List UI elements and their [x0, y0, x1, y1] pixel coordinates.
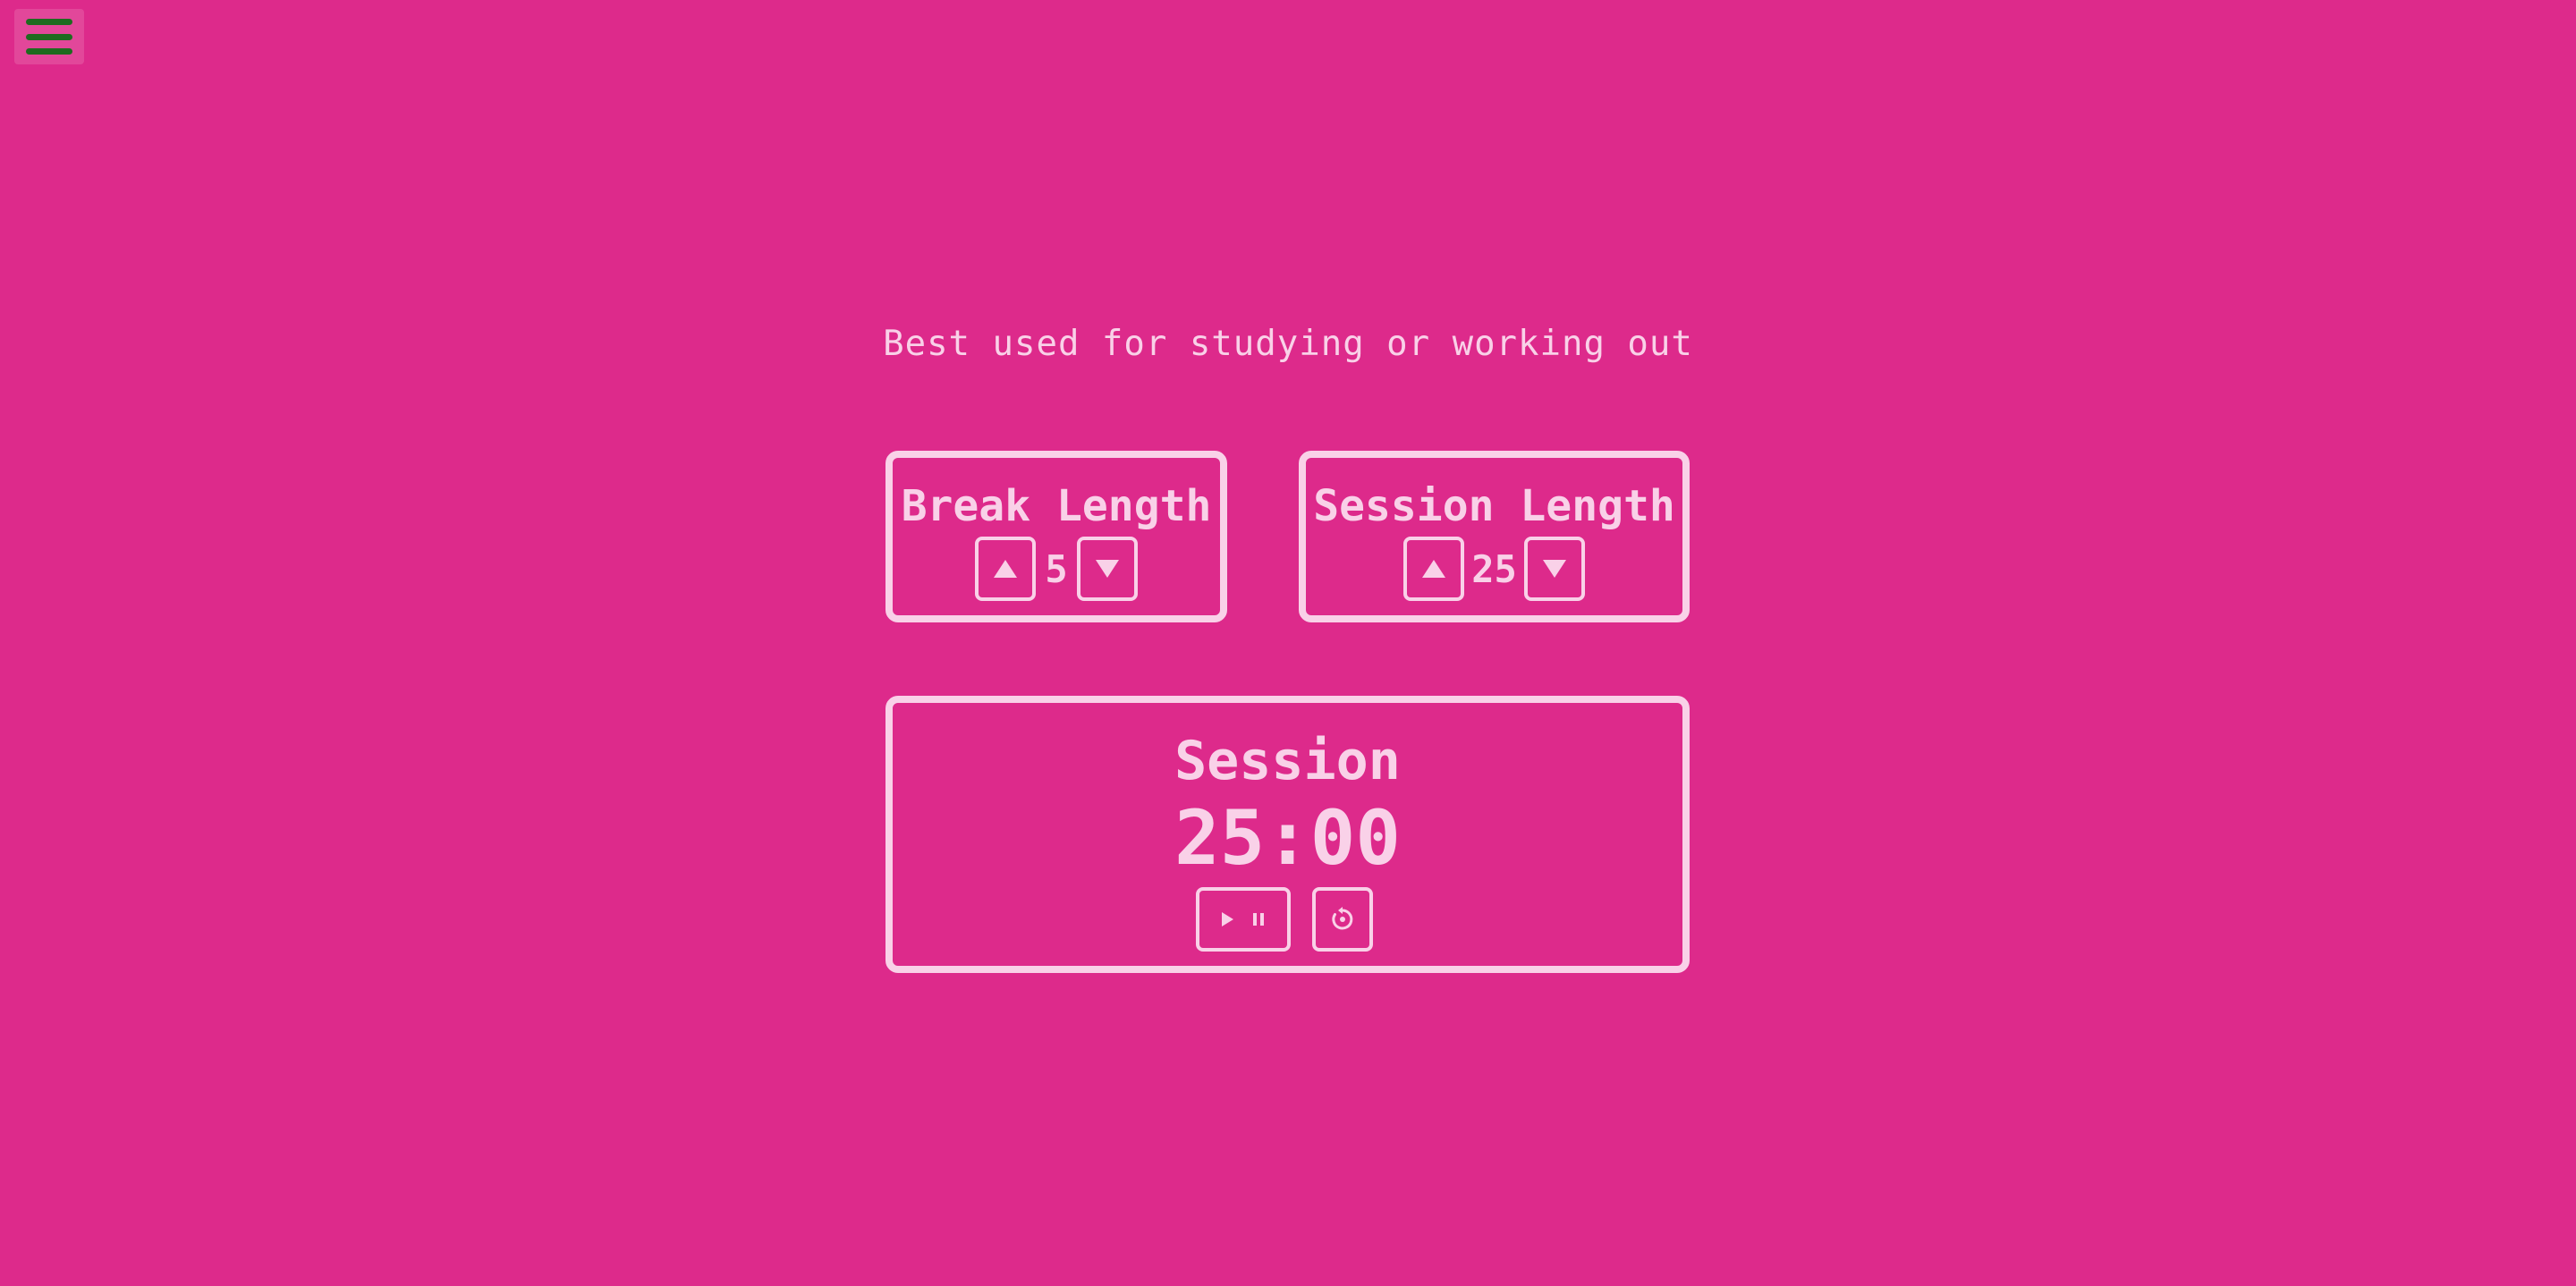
- triangle-down-icon: [1096, 560, 1119, 578]
- session-increment-button[interactable]: [1403, 537, 1465, 601]
- break-length-panel: Break Length 5: [886, 451, 1227, 622]
- break-length-label: Break Length: [901, 481, 1212, 531]
- session-decrement-button[interactable]: [1523, 537, 1585, 601]
- session-length-controls: 25: [1306, 537, 1682, 601]
- triangle-up-icon: [994, 560, 1017, 578]
- timer-panel: Session 25:00: [886, 696, 1690, 973]
- reset-button[interactable]: [1311, 887, 1373, 952]
- triangle-up-icon: [1422, 560, 1446, 578]
- break-increment-button[interactable]: [975, 537, 1036, 601]
- timer-controls: [893, 887, 1682, 952]
- tagline: Best used for studying or working out: [883, 324, 1693, 364]
- hamburger-menu-icon-bar: [26, 48, 72, 55]
- break-length-controls: 5: [893, 537, 1220, 601]
- break-length-value: 5: [1045, 546, 1068, 591]
- break-decrement-button[interactable]: [1077, 537, 1138, 601]
- hamburger-menu-icon: [26, 19, 72, 25]
- timer-label: Session: [1174, 730, 1401, 792]
- reset-icon: [1331, 907, 1352, 930]
- menu-button[interactable]: [14, 9, 84, 64]
- session-length-label: Session Length: [1313, 481, 1675, 531]
- start-stop-button[interactable]: [1195, 887, 1291, 952]
- triangle-down-icon: [1542, 560, 1566, 578]
- session-length-value: 25: [1471, 546, 1517, 591]
- session-length-panel: Session Length 25: [1299, 451, 1690, 622]
- play-icon: [1222, 912, 1233, 926]
- hamburger-menu-icon-bar: [26, 33, 72, 40]
- pause-icon: [1253, 913, 1264, 926]
- time-left: 25:00: [1174, 794, 1401, 882]
